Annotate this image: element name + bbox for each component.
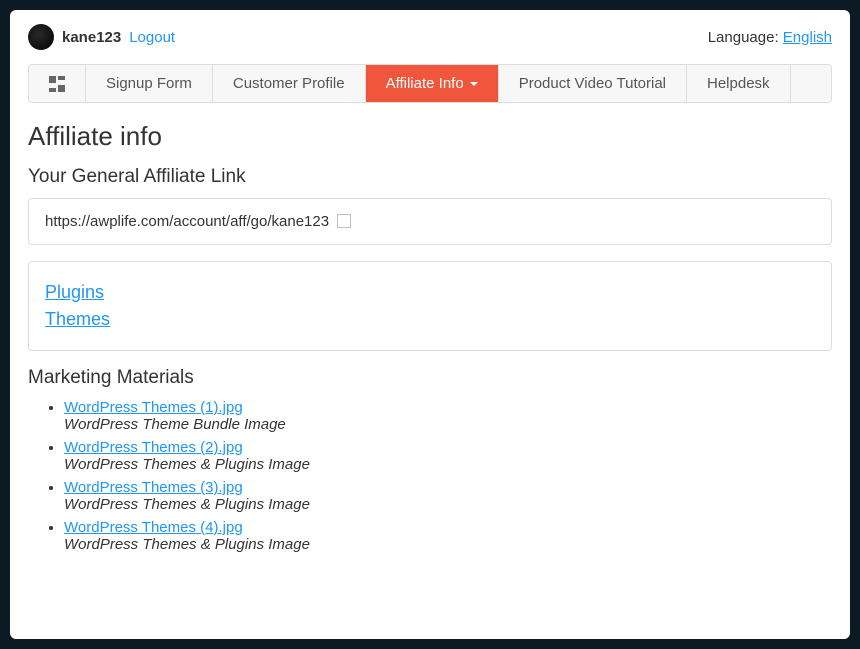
affiliate-link-panel: https://awplife.com/account/aff/go/kane1… [28, 198, 832, 245]
tab-spacer [791, 65, 831, 102]
dashboard-icon [49, 76, 65, 92]
materials-heading: Marketing Materials [28, 367, 832, 389]
tab-dashboard[interactable] [29, 65, 86, 102]
list-item: WordPress Themes (3).jpg WordPress Theme… [64, 479, 832, 513]
plugins-link[interactable]: Plugins [45, 282, 815, 303]
logout-link[interactable]: Logout [129, 29, 175, 46]
material-desc: WordPress Themes & Plugins Image [64, 456, 310, 473]
language-label: Language: [708, 29, 779, 46]
tab-helpdesk[interactable]: Helpdesk [687, 65, 791, 102]
tab-customer-profile[interactable]: Customer Profile [213, 65, 366, 102]
copy-icon[interactable] [339, 216, 351, 228]
tab-bar: Signup Form Customer Profile Affiliate I… [28, 64, 832, 103]
materials-list: WordPress Themes (1).jpg WordPress Theme… [28, 399, 832, 553]
tab-affiliate-info[interactable]: Affiliate Info [366, 65, 499, 102]
tab-signup-form[interactable]: Signup Form [86, 65, 213, 102]
general-link-heading: Your General Affiliate Link [28, 166, 832, 188]
list-item: WordPress Themes (4).jpg WordPress Theme… [64, 519, 832, 553]
language-select-link[interactable]: English [783, 29, 832, 46]
tab-affiliate-label: Affiliate Info [386, 75, 464, 92]
material-link[interactable]: WordPress Themes (1).jpg [64, 399, 243, 416]
themes-link[interactable]: Themes [45, 309, 815, 330]
tab-signup-label: Signup Form [106, 75, 192, 92]
tab-customer-label: Customer Profile [233, 75, 345, 92]
material-desc: WordPress Theme Bundle Image [64, 416, 286, 433]
tab-tutorial-label: Product Video Tutorial [519, 75, 666, 92]
link-sections-panel: Plugins Themes [28, 261, 832, 351]
page-title: Affiliate info [28, 121, 832, 152]
material-link[interactable]: WordPress Themes (2).jpg [64, 439, 243, 456]
tab-helpdesk-label: Helpdesk [707, 75, 770, 92]
list-item: WordPress Themes (1).jpg WordPress Theme… [64, 399, 832, 433]
top-bar: kane123 Logout Language: English [28, 24, 832, 50]
material-desc: WordPress Themes & Plugins Image [64, 496, 310, 513]
list-item: WordPress Themes (2).jpg WordPress Theme… [64, 439, 832, 473]
tab-product-video-tutorial[interactable]: Product Video Tutorial [499, 65, 687, 102]
avatar[interactable] [28, 24, 54, 50]
material-link[interactable]: WordPress Themes (3).jpg [64, 479, 243, 496]
material-link[interactable]: WordPress Themes (4).jpg [64, 519, 243, 536]
material-desc: WordPress Themes & Plugins Image [64, 536, 310, 553]
chevron-down-icon [470, 82, 478, 86]
affiliate-url-text: https://awplife.com/account/aff/go/kane1… [45, 213, 329, 230]
username-label: kane123 [62, 29, 121, 46]
